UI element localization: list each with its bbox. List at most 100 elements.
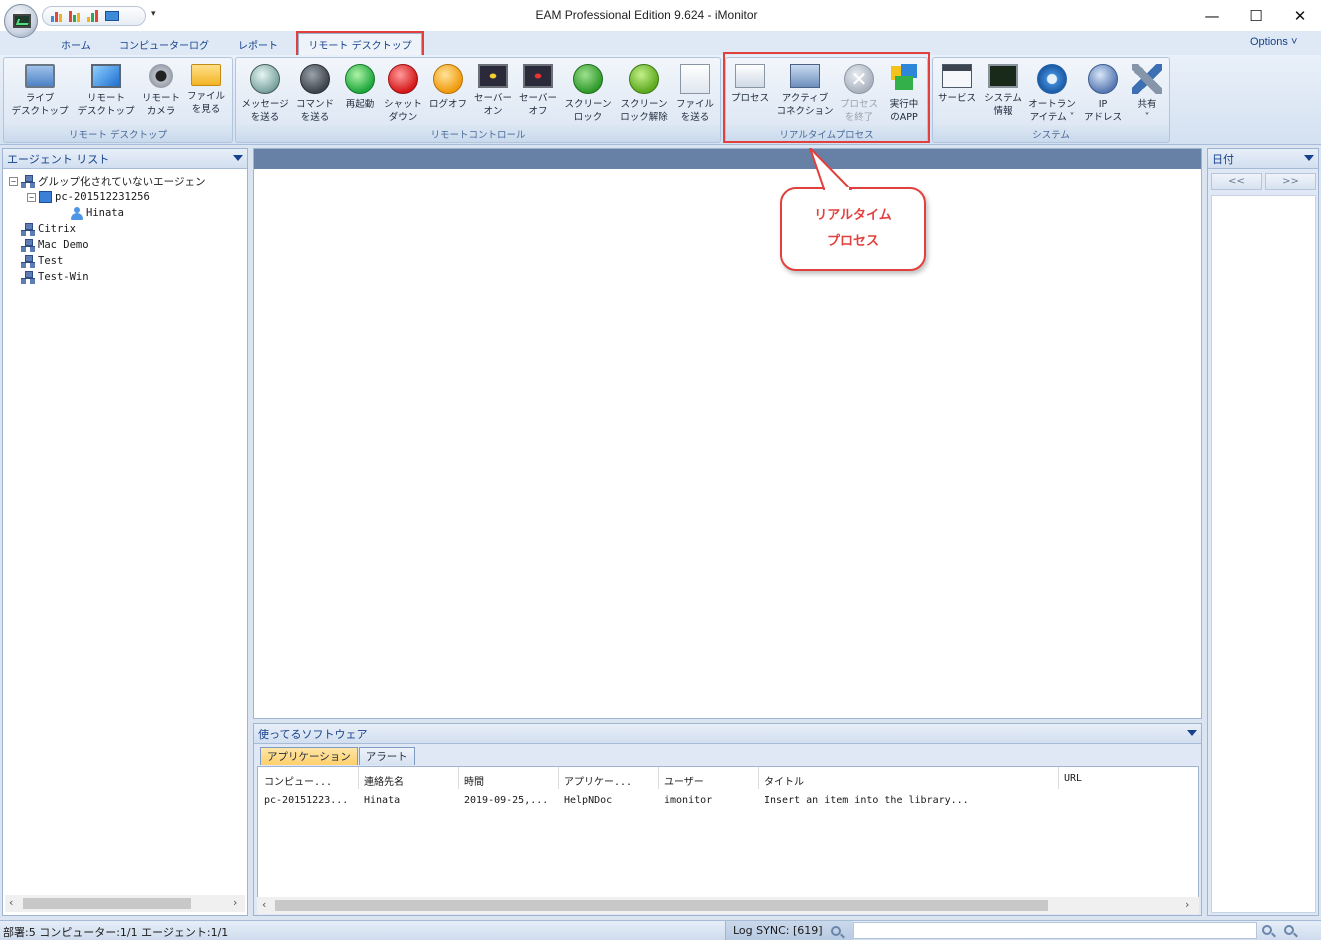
scroll-right-icon[interactable]: › [1185,898,1189,911]
app-menu-button[interactable] [4,4,38,38]
table-cell: imonitor [664,795,713,806]
scroll-thumb[interactable] [275,900,1048,911]
options-menu[interactable]: Options ˅ [1250,36,1297,48]
column-header-time[interactable]: 時間 [464,773,484,788]
next-date-button[interactable]: >> [1265,173,1316,190]
send-file-button[interactable]: ファイル を送る [672,62,718,124]
agent-list-header: エージェント リスト [3,149,247,169]
callout-bubble: リアルタイム プロセス [780,187,926,271]
tab-report[interactable]: レポート [229,33,287,55]
tree-node-citrix[interactable]: Citrix [21,221,76,237]
tab-applications[interactable]: アプリケーション [260,747,358,765]
ip-address-button[interactable]: IP アドレス [1081,62,1125,124]
date-panel: 日付 << >> [1207,148,1319,916]
minimize-button[interactable]: — [1189,0,1235,31]
horizontal-scrollbar[interactable]: ‹ › [5,895,245,912]
date-panel-title: 日付 [1212,152,1234,166]
share-button[interactable]: 共有 ˅ [1127,62,1167,124]
column-header-computer[interactable]: コンピュー... [264,773,332,788]
status-search-field[interactable] [853,922,1257,939]
search-icon[interactable] [830,925,841,936]
agent-list-panel: エージェント リスト − グルップ化されていないエージェン − pc-20151… [2,148,248,916]
command-icon [300,64,330,94]
tree-node-test[interactable]: Test [21,253,63,269]
maximize-button[interactable]: ☐ [1233,0,1279,31]
highlight-box [723,52,930,143]
chevron-down-icon[interactable] [1187,730,1197,736]
monitor-icon [13,14,31,28]
remote-camera-button[interactable]: リモート カメラ [138,62,184,118]
chevron-down-icon[interactable] [1304,155,1314,161]
tab-remote-desktop[interactable]: リモート デスクトップ [296,31,424,57]
table-cell: HelpNDoc [564,795,613,806]
zoom-in-icon[interactable] [1284,925,1294,935]
calendar-area [1211,195,1316,913]
tab-alerts[interactable]: アラート [358,747,415,765]
tree-node-mac-demo[interactable]: Mac Demo [21,237,89,253]
previous-date-button[interactable]: << [1211,173,1262,190]
column-divider [558,767,559,789]
screen-unlock-button[interactable]: スクリーン ロック解除 [616,62,672,124]
computer-icon [39,191,52,203]
logoff-button[interactable]: ログオフ [427,62,469,111]
view-files-button[interactable]: ファイル を見る [184,62,228,116]
scroll-thumb[interactable] [23,898,191,909]
restart-button[interactable]: 再起動 [340,62,380,111]
shutdown-button[interactable]: シャット ダウン [381,62,425,124]
send-file-icon [680,64,710,94]
tree-node-computer[interactable]: − pc-201512231256 [27,189,150,205]
main-view-header [254,149,1201,169]
user-icon [71,206,83,220]
table-cell: Insert an item into the library... [764,795,969,806]
log-sync-text: Log SYNC: [619] [733,924,823,937]
chevron-down-icon[interactable] [233,155,243,161]
network-group-icon [21,254,35,268]
remote-desktop-icon [91,64,121,88]
column-header-application[interactable]: アプリケー... [564,773,632,788]
screensaver-on-icon [478,64,508,88]
tree-node-user[interactable]: Hinata [71,205,124,221]
collapse-icon[interactable]: − [27,192,36,202]
tree-node-test-win[interactable]: Test-Win [21,269,89,285]
saver-off-button[interactable]: セーバー オフ [516,62,560,118]
message-icon [250,64,280,94]
service-button[interactable]: サービス [935,62,979,105]
close-button[interactable]: ✕ [1277,0,1321,31]
power-icon [388,64,418,94]
tree-node-ungrouped[interactable]: − グルップ化されていないエージェン [9,173,205,189]
remote-desktop-button[interactable]: リモート デスクトップ [74,62,138,118]
send-message-button[interactable]: メッセージ を送る [239,62,291,124]
horizontal-scrollbar[interactable]: ‹ › [257,897,1199,914]
column-header-title[interactable]: タイトル [764,773,804,788]
tab-computer-log[interactable]: コンピューターログ [110,33,218,55]
send-command-button[interactable]: コマンド を送る [292,62,338,124]
scroll-left-icon[interactable]: ‹ [262,898,266,911]
autorun-items-button[interactable]: オートラン アイテム ˅ [1026,62,1078,124]
tab-home[interactable]: ホーム [52,33,100,55]
screensaver-off-icon [523,64,553,88]
scroll-right-icon[interactable]: › [233,896,237,909]
live-desktop-button[interactable]: ライブ デスクトップ [8,62,72,118]
column-divider [1058,767,1059,789]
column-header-url[interactable]: URL [1064,773,1082,784]
table-cell: pc-20151223... [264,795,349,806]
window-title: EAM Professional Edition 9.624 - iMonito… [535,8,758,22]
zoom-out-icon[interactable] [1262,925,1272,935]
system-info-button[interactable]: システム 情報 [981,62,1025,118]
group-remote-control: メッセージ を送る コマンド を送る 再起動 シャット ダウン ログオフ セーバ… [235,57,721,143]
scroll-left-icon[interactable]: ‹ [9,896,13,909]
agent-list-title: エージェント リスト [7,152,110,166]
saver-on-button[interactable]: セーバー オン [471,62,515,118]
callout-line-2: プロセス [826,234,879,249]
callout-pointer [809,148,853,191]
key-icon [433,64,463,94]
status-counts: 部署:5 コンピューター:1/1 エージェント:1/1 [3,926,229,939]
column-header-contact[interactable]: 連絡先名 [364,773,404,788]
collapse-icon[interactable]: − [9,176,18,186]
network-group-icon [21,270,35,284]
globe-icon [1088,64,1118,94]
software-panel-header: 使ってるソフトウェア [254,724,1201,744]
column-header-user[interactable]: ユーザー [664,773,704,788]
software-panel: 使ってるソフトウェア アプリケーション アラート コンピュー... 連絡先名 時… [253,723,1202,916]
screen-lock-button[interactable]: スクリーン ロック [562,62,614,124]
